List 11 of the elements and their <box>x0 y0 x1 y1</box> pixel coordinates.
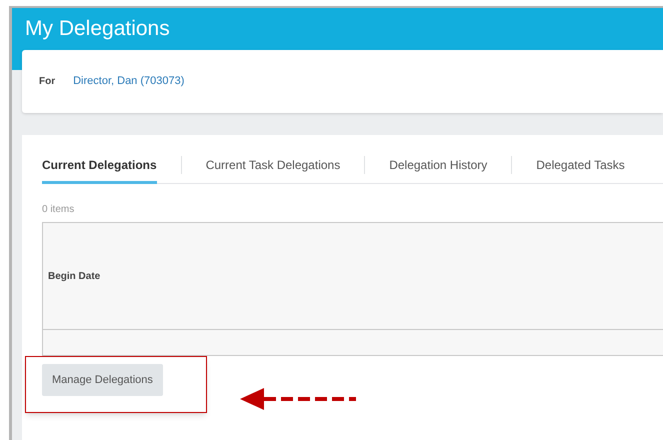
tab[interactable]: Current Delegations <box>42 146 157 184</box>
arrow-icon <box>240 388 356 410</box>
manage-delegations-button[interactable]: Manage Delegations <box>42 364 163 396</box>
for-label: For <box>39 75 56 89</box>
tab[interactable]: Delegated Tasks <box>536 146 625 184</box>
tab[interactable]: Delegation History <box>389 146 488 184</box>
tab[interactable]: Current Task Delegations <box>206 146 340 184</box>
item-count: 0 items <box>42 203 76 217</box>
page-title: My Delegations <box>25 16 171 42</box>
delegator-link[interactable]: Director, Dan (703073) <box>73 73 184 90</box>
column-header: Begin Date <box>48 270 100 284</box>
